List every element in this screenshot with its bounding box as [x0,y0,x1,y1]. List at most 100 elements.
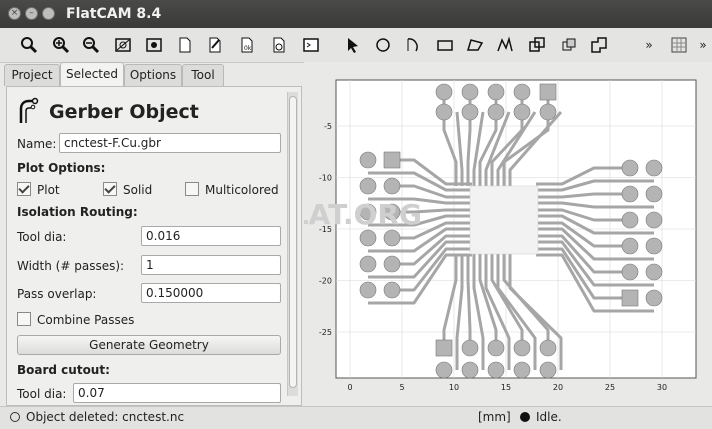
tab-options[interactable]: Options [124,64,182,86]
round-pad [383,229,401,247]
title-bar: × – FlatCAM 8.4 [0,0,712,28]
pass-overlap-field[interactable]: 0.150000 [141,283,281,303]
zoom-in-icon[interactable] [52,36,70,54]
clear-plot-icon[interactable] [114,36,132,54]
shell-icon[interactable] [302,36,320,54]
round-pad [359,255,377,273]
object-title: Gerber Object [49,101,199,123]
round-pad [513,103,531,121]
union-icon[interactable] [590,36,608,54]
minimize-window-button[interactable]: – [25,7,38,20]
solid-checkbox[interactable] [103,182,117,196]
round-pad [359,151,377,169]
x-tick-label: 20 [553,383,563,392]
round-pad [435,361,453,379]
name-field[interactable]: cnctest-F.Cu.gbr [59,133,281,153]
round-pad [487,339,505,357]
tab-project[interactable]: Project [4,64,60,86]
round-pad [359,281,377,299]
move-icon[interactable] [528,36,546,54]
multicolored-checkbox-row[interactable]: Multicolored [185,182,279,197]
more-icon[interactable]: » [640,36,658,54]
chip-footprint [469,185,539,255]
round-pad [645,211,663,229]
round-pad [513,361,531,379]
panel-scrollbar[interactable] [287,92,298,396]
plot-svg[interactable]: 051015202530-5-10-15-20-25KAK-SDELAT.ORG [154,62,712,406]
combine-passes-label: Combine Passes [37,313,135,327]
square-pad [435,339,453,357]
board-cutout-label: Board cutout: [17,363,110,377]
rectangle-icon[interactable] [436,36,454,54]
grid-icon[interactable] [670,36,688,54]
round-pad [383,255,401,273]
x-tick-label: 30 [657,383,667,392]
round-pad [645,263,663,281]
generate-geometry-button[interactable]: Generate Geometry [17,335,281,355]
round-pad [621,159,639,177]
y-tick-label: -5 [324,122,332,131]
svg-text:0k: 0k [244,45,252,52]
round-pad [461,83,479,101]
round-pad [621,185,639,203]
replot-icon[interactable] [145,36,163,54]
more-icon-2[interactable]: » [694,36,712,54]
update-geometry-icon[interactable]: 0k [238,36,256,54]
cutout-tool-dia-label: Tool dia: [17,387,67,401]
select-icon[interactable] [344,36,362,54]
round-pad [621,237,639,255]
round-pad [645,159,663,177]
combine-passes-checkbox[interactable] [17,312,31,326]
x-tick-label: 0 [347,383,352,392]
solid-checkbox-row[interactable]: Solid [103,182,152,197]
round-pad [435,103,453,121]
round-pad [513,339,531,357]
maximize-window-button[interactable] [42,7,55,20]
multicolored-checkbox[interactable] [185,182,199,196]
arc-icon[interactable] [404,36,422,54]
cutout-tool-dia-field[interactable]: 0.07 [73,383,281,403]
isolation-routing-label: Isolation Routing: [17,205,138,219]
round-pad [383,177,401,195]
tab-tool[interactable]: Tool [182,64,224,86]
x-tick-label: 25 [605,383,615,392]
tool-dia-field[interactable]: 0.016 [141,226,281,246]
round-pad [461,361,479,379]
x-tick-label: 15 [501,383,511,392]
plot-checkbox-row[interactable]: Plot [17,182,60,197]
square-pad [539,83,557,101]
selected-panel: Gerber Object Name: cnctest-F.Cu.gbr Plo… [6,86,302,406]
combine-passes-row[interactable]: Combine Passes [17,312,134,327]
zoom-out-icon[interactable] [82,36,100,54]
round-pad [621,263,639,281]
round-pad [383,281,401,299]
multicolored-label: Multicolored [205,183,279,197]
tab-selected[interactable]: Selected [60,62,124,87]
circle-icon[interactable] [374,36,392,54]
gerber-object-icon [17,97,41,128]
round-pad [621,211,639,229]
width-passes-label: Width (# passes): [17,259,125,273]
plot-options-label: Plot Options: [17,161,106,175]
delete-icon[interactable] [270,36,288,54]
copy-icon[interactable] [560,36,578,54]
edit-geometry-icon[interactable] [206,36,224,54]
close-window-button[interactable]: × [8,7,21,20]
path-icon[interactable] [496,36,514,54]
round-pad [645,185,663,203]
square-pad [621,289,639,307]
zoom-fit-icon[interactable] [20,36,38,54]
plot-canvas[interactable]: 051015202530-5-10-15-20-25KAK-SDELAT.ORG [154,62,712,406]
new-geometry-icon[interactable] [176,36,194,54]
y-tick-label: -10 [319,174,332,183]
width-passes-field[interactable]: 1 [141,255,281,275]
solid-label: Solid [123,183,153,197]
round-pad [539,361,557,379]
polygon-icon[interactable] [466,36,484,54]
scrollbar-thumb[interactable] [289,96,297,388]
pass-overlap-label: Pass overlap: [17,287,97,301]
plot-checkbox[interactable] [17,182,31,196]
round-pad [359,177,377,195]
round-pad [513,83,531,101]
idle-state: Idle. [536,410,562,424]
